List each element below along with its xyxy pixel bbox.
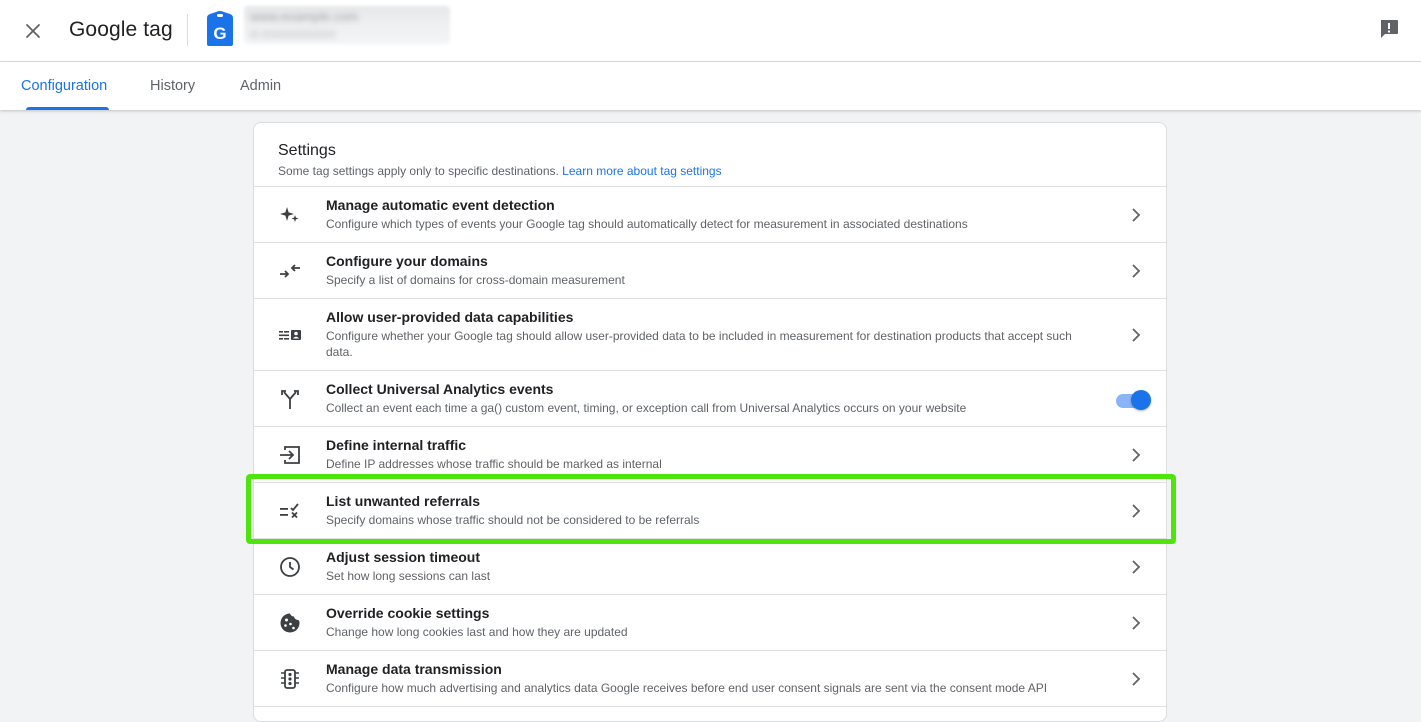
traffic-light-icon: [278, 667, 302, 691]
setting-description: Set how long sessions can last: [326, 569, 491, 583]
setting-title: Adjust session timeout: [326, 549, 481, 565]
arrows-inward-icon: [278, 259, 302, 283]
setting-description: Specify domains whose traffic should not…: [326, 513, 700, 527]
close-icon: [26, 24, 40, 38]
setting-description: Collect an event each time a ga() custom…: [326, 401, 967, 415]
chevron-right-icon[interactable]: [1126, 261, 1146, 281]
tab-admin[interactable]: Admin: [240, 62, 281, 110]
setting-title: Manage automatic event detection: [326, 197, 555, 213]
setting-description: Change how long cookies last and how the…: [326, 625, 628, 639]
setting-description: Specify a list of domains for cross-doma…: [326, 273, 625, 287]
settings-title: Settings: [278, 142, 336, 159]
setting-row-internal-traffic[interactable]: Define internal traffic Define IP addres…: [254, 427, 1166, 483]
active-tab-indicator: [26, 107, 109, 110]
settings-subtitle: Some tag settings apply only to specific…: [278, 164, 1166, 179]
setting-title: Define internal traffic: [326, 437, 467, 453]
logo-letter: G: [213, 24, 226, 43]
setting-title: Collect Universal Analytics events: [326, 381, 554, 397]
tab-bar: Configuration History Admin: [0, 62, 1421, 110]
setting-row-data-transmission[interactable]: Manage data transmission Configure how m…: [254, 651, 1166, 707]
chevron-right-icon[interactable]: [1126, 445, 1146, 465]
feedback-icon: [1381, 20, 1398, 38]
merge-icon: [278, 387, 302, 411]
setting-title: List unwanted referrals: [326, 493, 481, 509]
setting-row-user-provided-data[interactable]: Allow user-provided data capabilities Co…: [254, 299, 1166, 371]
setting-title: Configure your domains: [326, 253, 488, 269]
account-name: www.example.com: [250, 9, 359, 24]
setting-title: Manage data transmission: [326, 661, 502, 677]
chevron-right-icon[interactable]: [1126, 669, 1146, 689]
setting-description: Configure whether your Google tag should…: [326, 329, 1072, 359]
collect-ua-events-toggle[interactable]: [1114, 389, 1152, 411]
toggle-thumb: [1131, 390, 1151, 410]
feedback-button[interactable]: [1376, 16, 1402, 42]
title-divider: [187, 14, 188, 46]
google-tag-logo-icon: G: [203, 8, 237, 48]
setting-description: Define IP addresses whose traffic should…: [326, 457, 662, 471]
setting-row-session-timeout[interactable]: Adjust session timeout Set how long sess…: [254, 539, 1166, 595]
setting-title: Allow user-provided data capabilities: [326, 309, 574, 325]
chevron-right-icon[interactable]: [1126, 205, 1146, 225]
input-icon: [278, 443, 302, 467]
learn-more-link[interactable]: Learn more about tag settings: [562, 164, 721, 178]
setting-row-universal-analytics-events: Collect Universal Analytics events Colle…: [254, 371, 1166, 427]
close-button[interactable]: [18, 16, 48, 46]
tab-history[interactable]: History: [150, 62, 195, 110]
chevron-right-icon[interactable]: [1126, 501, 1146, 521]
chevron-right-icon[interactable]: [1126, 613, 1146, 633]
setting-row-cookie-settings[interactable]: Override cookie settings Change how long…: [254, 595, 1166, 651]
rule-icon: [278, 499, 302, 523]
setting-description: Configure which types of events your Goo…: [326, 217, 968, 231]
settings-card: Settings Some tag settings apply only to…: [253, 122, 1167, 722]
top-bar: Google tag G www.example.com G-XXXXXXXXX…: [0, 0, 1421, 62]
chevron-right-icon[interactable]: [1126, 325, 1146, 345]
setting-description: Configure how much advertising and analy…: [326, 681, 1048, 695]
setting-row-unwanted-referrals[interactable]: List unwanted referrals Specify domains …: [254, 483, 1166, 539]
clock-icon: [278, 555, 302, 579]
settings-subtitle-text: Some tag settings apply only to specific…: [278, 164, 559, 178]
setting-row-automatic-event-detection[interactable]: Manage automatic event detection Configu…: [254, 187, 1166, 243]
user-data-icon: [278, 323, 302, 347]
account-id: G-XXXXXXXXXX: [250, 29, 336, 41]
tab-configuration[interactable]: Configuration: [21, 62, 107, 110]
setting-row-configure-domains[interactable]: Configure your domains Specify a list of…: [254, 243, 1166, 299]
chevron-right-icon[interactable]: [1126, 557, 1146, 577]
setting-title: Override cookie settings: [326, 605, 490, 621]
settings-header: Settings Some tag settings apply only to…: [254, 123, 1166, 187]
sparkle-icon: [278, 203, 302, 227]
app-title: Google tag: [69, 18, 173, 41]
cookie-icon: [278, 611, 302, 635]
